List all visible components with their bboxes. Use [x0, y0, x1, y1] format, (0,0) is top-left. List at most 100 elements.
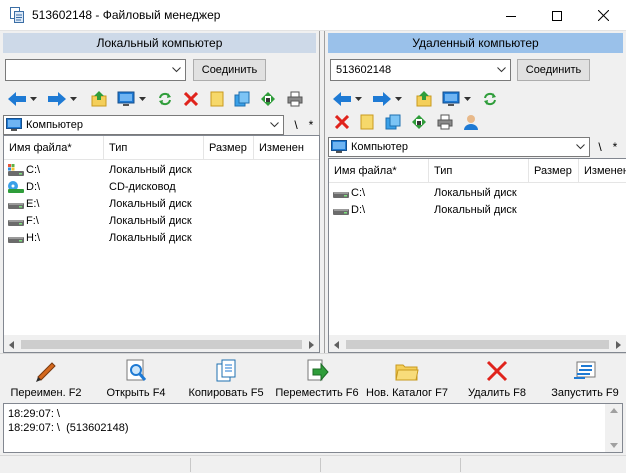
remote-host-combo[interactable]: 513602148: [330, 59, 511, 81]
copy-button[interactable]: Копировать F5: [182, 358, 270, 402]
log-vertical-scrollbar[interactable]: [605, 404, 622, 452]
delete-icon: [484, 358, 510, 384]
list-item[interactable]: D:\ Локальный диск: [329, 202, 626, 219]
computer-icon[interactable]: [442, 90, 460, 108]
column-size[interactable]: Размер: [529, 159, 579, 183]
list-item[interactable]: C:\ Локальный диск: [329, 185, 626, 202]
new-folder-button[interactable]: Нов. Каталог F7: [362, 358, 452, 402]
status-bar: [0, 455, 626, 473]
forward-arrow-icon[interactable]: [48, 90, 66, 108]
list-item[interactable]: F:\ Локальный диск: [4, 213, 319, 230]
remote-horizontal-scrollbar[interactable]: [329, 335, 626, 352]
run-button[interactable]: Запустить F9: [545, 358, 625, 402]
delete-icon[interactable]: [333, 113, 351, 131]
column-type[interactable]: Тип: [429, 159, 529, 183]
file-name: C:\: [26, 164, 41, 176]
local-pane: Локальный компьютер Соединить Компьютер …: [0, 31, 320, 353]
local-connect-button[interactable]: Соединить: [193, 59, 266, 81]
column-name[interactable]: Имя файла*: [4, 136, 104, 160]
parent-folder-icon[interactable]: [90, 90, 108, 108]
chevron-down-icon: [576, 144, 585, 150]
computer-dropdown-icon[interactable]: [138, 90, 146, 108]
copy-pages-icon[interactable]: [233, 90, 251, 108]
file-type: Локальный диск: [109, 164, 192, 176]
list-item[interactable]: C:\ Локальный диск: [4, 162, 319, 179]
forward-dropdown-icon[interactable]: [69, 90, 77, 108]
local-favorites-button[interactable]: *: [304, 115, 318, 135]
back-arrow-icon[interactable]: [8, 90, 26, 108]
maximize-button[interactable]: [534, 0, 580, 31]
list-item[interactable]: D:\ CD-дисковод: [4, 179, 319, 196]
back-dropdown-icon[interactable]: [354, 90, 362, 108]
forward-arrow-icon[interactable]: [373, 90, 391, 108]
sync-icon[interactable]: [410, 113, 428, 131]
forward-dropdown-icon[interactable]: [394, 90, 402, 108]
file-name: D:\: [351, 204, 366, 216]
scrollbar-thumb[interactable]: [346, 340, 609, 349]
computer-dropdown-icon[interactable]: [463, 90, 471, 108]
list-item[interactable]: H:\ Локальный диск: [4, 230, 319, 247]
new-file-icon[interactable]: [208, 90, 226, 108]
copy-pages-icon[interactable]: [384, 113, 402, 131]
remote-pane: Удаленный компьютер 513602148 Соединить: [324, 31, 626, 353]
print-icon[interactable]: [436, 113, 454, 131]
chevron-down-icon: [270, 122, 279, 128]
remote-path-combo[interactable]: Компьютер: [328, 137, 590, 157]
log-panel[interactable]: 18:29:07: \ 18:29:07: \ (513602148): [3, 403, 623, 453]
computer-icon: [331, 140, 347, 157]
computer-icon[interactable]: [117, 90, 135, 108]
delete-icon[interactable]: [182, 90, 200, 108]
minimize-button[interactable]: [488, 0, 534, 31]
remote-favorites-button[interactable]: *: [608, 137, 622, 157]
back-arrow-icon[interactable]: [333, 90, 351, 108]
local-list-header: Имя файла* Тип Размер Изменен: [4, 136, 319, 160]
local-horizontal-scrollbar[interactable]: [4, 335, 319, 352]
sync-icon[interactable]: [259, 90, 277, 108]
local-path-combo[interactable]: Компьютер: [3, 115, 284, 135]
user-icon[interactable]: [462, 113, 480, 131]
open-label: Открыть F4: [106, 387, 166, 399]
move-button[interactable]: Переместить F6: [272, 358, 362, 402]
remote-host-value: 513602148: [336, 64, 392, 76]
close-button[interactable]: [580, 0, 626, 31]
minimize-icon: [506, 15, 516, 17]
drive-icon: [8, 232, 24, 248]
list-item[interactable]: E:\ Локальный диск: [4, 196, 319, 213]
drive-icon: [333, 187, 349, 203]
local-file-list[interactable]: Имя файла* Тип Размер Изменен C:\ Локаль…: [3, 135, 320, 353]
local-path-value: Компьютер: [26, 119, 83, 131]
file-type: Локальный диск: [434, 204, 517, 216]
column-modified[interactable]: Изменен: [254, 136, 319, 160]
column-modified[interactable]: Изменен: [579, 159, 626, 183]
column-type[interactable]: Тип: [104, 136, 204, 160]
copy-label: Копировать F5: [188, 387, 264, 399]
chevron-down-icon: [497, 67, 506, 73]
scroll-down-icon: [610, 443, 618, 448]
system-drive-icon: [8, 164, 24, 180]
local-host-combo[interactable]: [5, 59, 186, 81]
drive-icon: [8, 198, 24, 214]
window-title: 513602148 - Файловый менеджер: [32, 8, 221, 22]
local-root-button[interactable]: \: [289, 115, 303, 135]
refresh-icon[interactable]: [156, 90, 174, 108]
title-bar: 513602148 - Файловый менеджер: [0, 0, 626, 31]
refresh-icon[interactable]: [481, 90, 499, 108]
file-name: C:\: [351, 187, 366, 199]
back-dropdown-icon[interactable]: [29, 90, 37, 108]
file-type: CD-дисковод: [109, 181, 176, 193]
file-type: Локальный диск: [434, 187, 517, 199]
delete-button[interactable]: Удалить F8: [458, 358, 536, 402]
rename-button[interactable]: Переимен. F2: [4, 358, 88, 402]
remote-root-button[interactable]: \: [593, 137, 607, 157]
parent-folder-icon[interactable]: [415, 90, 433, 108]
remote-list-header: Имя файла* Тип Размер Изменен: [329, 159, 626, 183]
remote-connect-button[interactable]: Соединить: [517, 59, 590, 81]
scrollbar-thumb[interactable]: [21, 340, 302, 349]
open-button[interactable]: Открыть F4: [96, 358, 176, 402]
print-icon[interactable]: [286, 90, 304, 108]
scroll-up-icon: [610, 408, 618, 413]
column-name[interactable]: Имя файла*: [329, 159, 429, 183]
column-size[interactable]: Размер: [204, 136, 254, 160]
new-file-icon[interactable]: [358, 113, 376, 131]
remote-file-list[interactable]: Имя файла* Тип Размер Изменен C:\ Локаль…: [328, 158, 626, 353]
